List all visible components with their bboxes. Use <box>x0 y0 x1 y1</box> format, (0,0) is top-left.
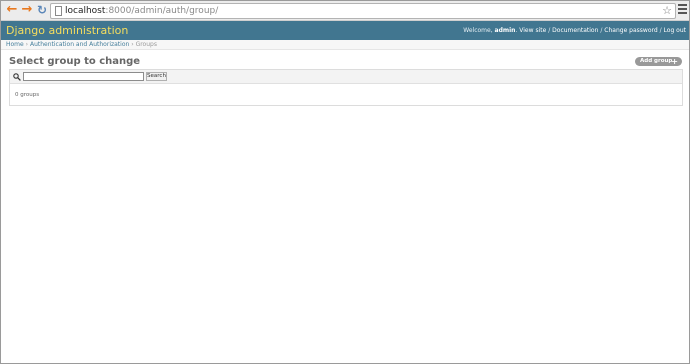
breadcrumb-home[interactable]: Home <box>6 41 24 48</box>
user-tools-separator: / <box>659 27 662 34</box>
search-input[interactable] <box>23 72 144 81</box>
url-text: localhost:8000/admin/auth/group/ <box>65 5 218 18</box>
address-bar[interactable]: localhost:8000/admin/auth/group/ ☆ <box>50 3 676 19</box>
user-tools: Welcome, admin. View site / Documentatio… <box>463 27 686 34</box>
breadcrumb-app[interactable]: Authentication and Authorization <box>30 41 129 48</box>
reload-icon[interactable]: ↻ <box>35 3 49 17</box>
search-button[interactable]: Search <box>146 72 167 81</box>
browser-toolbar: ← → ↻ localhost:8000/admin/auth/group/ ☆ <box>1 1 689 21</box>
admin-header: Django administration Welcome, admin. Vi… <box>1 21 689 40</box>
forward-arrow-icon[interactable]: → <box>20 3 34 17</box>
result-count: 0 groups <box>15 92 40 98</box>
hamburger-menu-icon[interactable] <box>678 4 687 17</box>
add-group-label: Add group <box>640 58 673 64</box>
page-icon <box>55 6 62 16</box>
url-host: localhost <box>65 6 106 16</box>
documentation-link[interactable]: Documentation <box>552 27 598 34</box>
user-tools-separator: / <box>600 27 603 34</box>
change-password-link[interactable]: Change password <box>604 27 657 34</box>
star-icon[interactable]: ☆ <box>662 4 672 18</box>
add-group-button[interactable]: Add group + <box>635 57 682 66</box>
search-icon <box>13 73 21 81</box>
breadcrumb-separator: › <box>25 41 29 48</box>
breadcrumb-separator: › <box>131 41 134 48</box>
username: admin <box>494 27 516 34</box>
site-branding[interactable]: Django administration <box>6 24 128 37</box>
plus-icon: + <box>671 57 678 66</box>
breadcrumb-current: Groups <box>135 41 157 48</box>
changelist: Search 0 groups <box>9 69 683 106</box>
user-tools-separator: / <box>548 27 551 34</box>
url-path: :8000/admin/auth/group/ <box>105 6 219 16</box>
view-site-link[interactable]: View site <box>519 27 546 34</box>
back-arrow-icon[interactable]: ← <box>5 3 19 17</box>
breadcrumb: Home › Authentication and Authorization … <box>1 40 689 50</box>
page-title: Select group to change <box>9 56 141 67</box>
log-out-link[interactable]: Log out <box>664 27 686 34</box>
search-toolbar: Search <box>10 70 682 84</box>
welcome-text: Welcome, <box>463 27 493 34</box>
